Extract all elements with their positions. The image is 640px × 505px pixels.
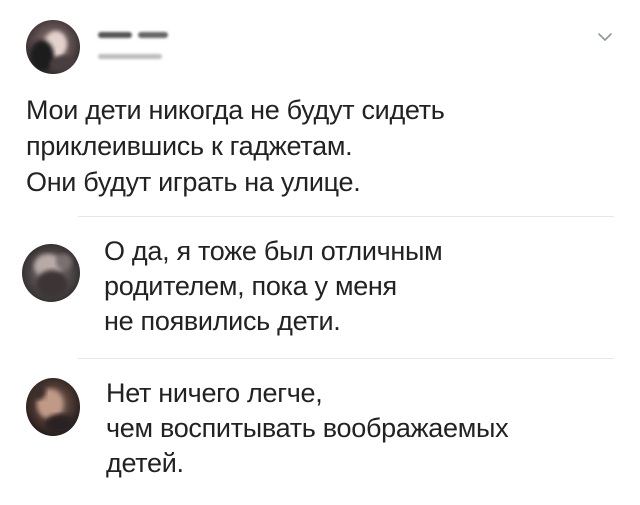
chevron-down-icon[interactable] [596,30,614,44]
divider [78,216,614,217]
reply-text: О да, я тоже был отличным родителем, пок… [104,234,443,339]
tweet-text-line: приклеившись к гаджетам. [26,131,353,161]
tweet-text: Мои дети никогда не будут сидеть приклеи… [26,92,616,200]
reply-avatar[interactable] [26,378,80,436]
reply-text-line: Нет ничего легче, [106,378,323,408]
reply-text-line: не появились дети. [104,306,341,336]
reply-text: Нет ничего легче, чем воспитывать вообра… [106,376,509,481]
reply-text-line: чем воспитывать воображаемых [106,413,509,443]
reply-text-line: О да, я тоже был отличным [104,236,443,266]
reply-text-line: детей. [106,448,184,478]
author-avatar[interactable] [26,20,80,74]
author-name-blurred[interactable] [98,30,178,40]
tweet-card: Мои дети никогда не будут сидеть приклеи… [0,0,640,505]
tweet-text-line: Мои дети никогда не будут сидеть [26,95,445,125]
reply-text-line: родителем, пока у меня [104,271,397,301]
tweet-text-line: Они будут играть на улице. [26,167,361,197]
author-handle-blurred[interactable] [98,52,168,62]
reply-avatar[interactable] [22,244,80,302]
divider [78,358,614,359]
